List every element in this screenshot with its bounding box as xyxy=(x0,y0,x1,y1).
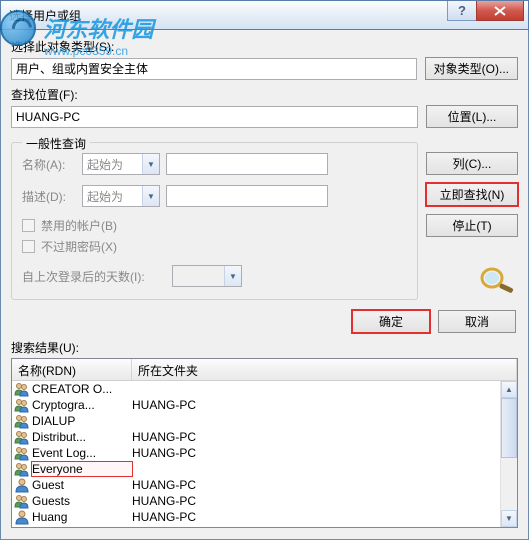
object-types-button[interactable]: 对象类型(O)... xyxy=(425,57,518,80)
list-item[interactable]: HuangHUANG-PC xyxy=(12,509,517,525)
titlebar: 选择用户或组 ? xyxy=(0,0,529,30)
chevron-down-icon: ▼ xyxy=(224,266,241,286)
close-button[interactable] xyxy=(476,1,524,21)
result-name: Distribut... xyxy=(32,430,132,444)
no-expire-pwd-label: 不过期密码(X) xyxy=(41,238,117,255)
result-folder: HUANG-PC xyxy=(132,446,517,460)
object-type-label: 选择此对象类型(S): xyxy=(11,38,518,55)
user-icon xyxy=(14,478,30,492)
list-item[interactable]: GuestHUANG-PC xyxy=(12,477,517,493)
columns-button[interactable]: 列(C)... xyxy=(426,152,518,175)
list-item[interactable]: Event Log...HUANG-PC xyxy=(12,445,517,461)
list-item[interactable]: DIALUP xyxy=(12,413,517,429)
result-name: Huang xyxy=(32,510,132,524)
search-icon xyxy=(476,265,518,293)
group-icon xyxy=(14,494,30,508)
column-folder[interactable]: 所在文件夹 xyxy=(132,359,517,380)
window-buttons: ? xyxy=(448,1,524,21)
results-listview[interactable]: 名称(RDN) 所在文件夹 CREATOR O...Cryptogra...HU… xyxy=(11,358,518,528)
location-field[interactable]: HUANG-PC xyxy=(11,106,418,128)
result-folder: HUANG-PC xyxy=(132,494,517,508)
group-icon xyxy=(14,414,30,428)
results-label: 搜索结果(U): xyxy=(11,339,518,356)
last-logon-combo: ▼ xyxy=(172,265,242,287)
scroll-up-icon[interactable]: ▲ xyxy=(501,381,517,398)
result-folder: HUANG-PC xyxy=(132,510,517,524)
list-item[interactable]: Everyone xyxy=(12,461,517,477)
cancel-button[interactable]: 取消 xyxy=(438,310,516,333)
desc-input[interactable] xyxy=(166,185,328,207)
column-name[interactable]: 名称(RDN) xyxy=(12,359,132,380)
last-logon-label: 自上次登录后的天数(I): xyxy=(22,268,172,285)
result-name: Everyone xyxy=(32,462,132,476)
user-icon xyxy=(14,510,30,524)
location-label: 查找位置(F): xyxy=(11,86,518,103)
desc-mode-combo[interactable]: 起始为 ▼ xyxy=(82,185,160,207)
disabled-account-checkbox[interactable] xyxy=(22,219,35,232)
result-name: DIALUP xyxy=(32,414,132,428)
result-folder: HUANG-PC xyxy=(132,430,517,444)
ok-button[interactable]: 确定 xyxy=(352,310,430,333)
stop-button[interactable]: 停止(T) xyxy=(426,214,518,237)
disabled-account-label: 禁用的帐户(B) xyxy=(41,217,117,234)
group-icon xyxy=(14,462,30,476)
list-item[interactable]: Cryptogra...HUANG-PC xyxy=(12,397,517,413)
scrollbar[interactable]: ▲ ▼ xyxy=(500,381,517,527)
result-name: Event Log... xyxy=(32,446,132,460)
result-folder: HUANG-PC xyxy=(132,478,517,492)
group-icon xyxy=(14,446,30,460)
general-query-fieldset: 一般性查询 名称(A): 起始为 ▼ 描述(D): 起始为 ▼ 禁用的 xyxy=(11,142,418,300)
name-input[interactable] xyxy=(166,153,328,175)
window-title: 选择用户或组 xyxy=(9,7,81,24)
group-icon xyxy=(14,398,30,412)
result-name: CREATOR O... xyxy=(32,382,132,396)
locations-button[interactable]: 位置(L)... xyxy=(426,105,518,128)
scroll-down-icon[interactable]: ▼ xyxy=(501,510,517,527)
result-folder: HUANG-PC xyxy=(132,398,517,412)
chevron-down-icon: ▼ xyxy=(142,154,159,174)
desc-label: 描述(D): xyxy=(22,188,82,205)
no-expire-pwd-checkbox[interactable] xyxy=(22,240,35,253)
chevron-down-icon: ▼ xyxy=(142,186,159,206)
list-item[interactable]: Distribut...HUANG-PC xyxy=(12,429,517,445)
name-mode-combo[interactable]: 起始为 ▼ xyxy=(82,153,160,175)
listview-header: 名称(RDN) 所在文件夹 xyxy=(12,359,517,381)
list-item[interactable]: CREATOR O... xyxy=(12,381,517,397)
scroll-thumb[interactable] xyxy=(501,398,517,458)
listview-body[interactable]: CREATOR O...Cryptogra...HUANG-PCDIALUPDi… xyxy=(12,381,517,527)
fieldset-legend: 一般性查询 xyxy=(22,135,90,152)
help-button[interactable]: ? xyxy=(447,1,477,21)
result-name: Guests xyxy=(32,494,132,508)
find-now-button[interactable]: 立即查找(N) xyxy=(426,183,518,206)
dialog-content: 选择此对象类型(S): 用户、组或内置安全主体 对象类型(O)... 查找位置(… xyxy=(0,30,529,540)
group-icon xyxy=(14,430,30,444)
result-name: Guest xyxy=(32,478,132,492)
group-icon xyxy=(14,382,30,396)
result-name: Cryptogra... xyxy=(32,398,132,412)
object-type-field[interactable]: 用户、组或内置安全主体 xyxy=(11,58,417,80)
list-item[interactable]: GuestsHUANG-PC xyxy=(12,493,517,509)
name-label: 名称(A): xyxy=(22,156,82,173)
